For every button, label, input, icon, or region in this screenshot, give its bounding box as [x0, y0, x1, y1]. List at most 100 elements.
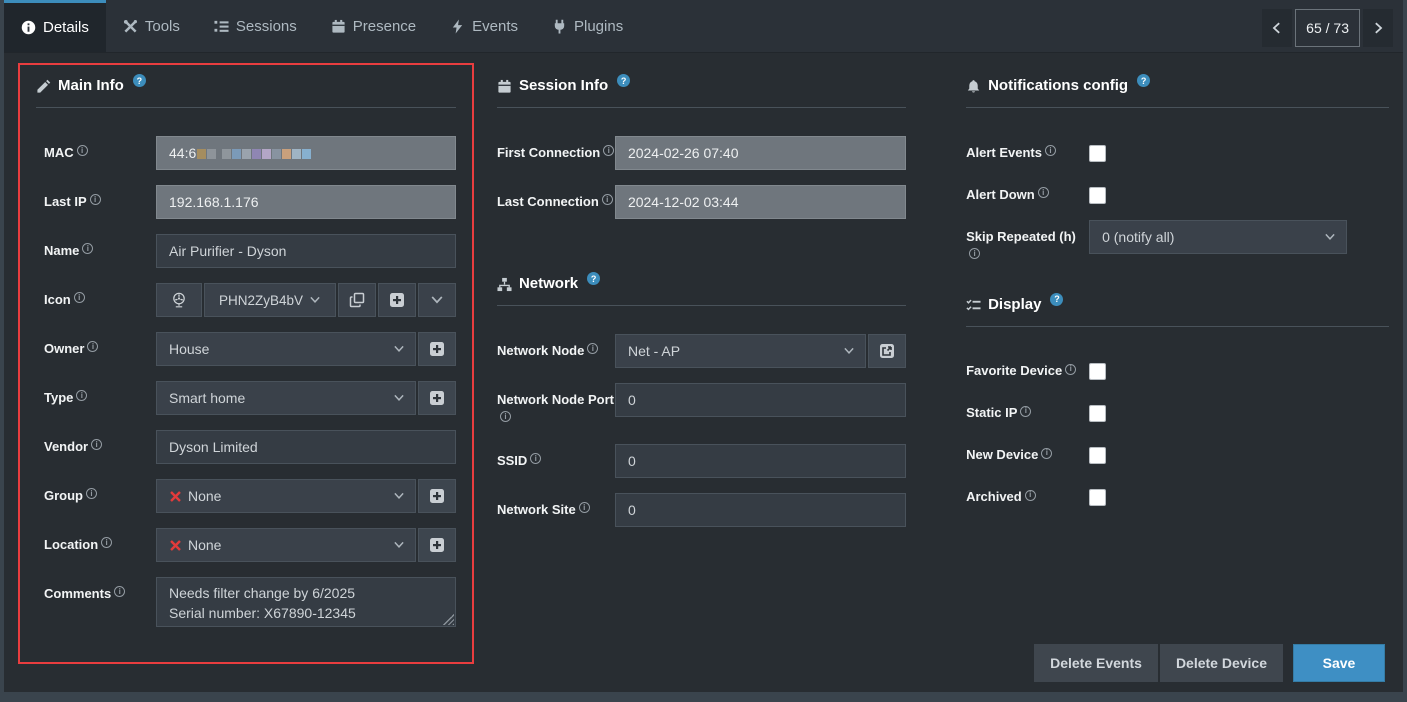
tab-details[interactable]: Details [4, 0, 106, 52]
bell-icon [966, 79, 981, 94]
info-icon[interactable]: i [82, 243, 93, 254]
chevron-down-icon [1324, 231, 1336, 243]
session-info-title: Session Info ? [497, 77, 906, 94]
delete-events-button[interactable]: Delete Events [1034, 644, 1158, 682]
new-device-checkbox[interactable] [1089, 447, 1106, 464]
main-info-section: Main Info ? MACi 44:6 Last IPi 192.168 [18, 63, 474, 664]
info-icon[interactable]: i [86, 488, 97, 499]
go-to-network-node-button[interactable] [868, 334, 906, 368]
info-icon[interactable]: i [90, 194, 101, 205]
owner-field-row: Owneri House [36, 332, 456, 366]
tab-plugins[interactable]: Plugins [535, 0, 640, 52]
expand-icons-button[interactable] [418, 283, 456, 317]
chevron-down-icon [393, 392, 405, 404]
info-icon[interactable]: i [77, 145, 88, 156]
ssid-row: SSIDi [497, 444, 906, 478]
favorite-device-checkbox[interactable] [1089, 363, 1106, 380]
help-icon[interactable]: ? [133, 74, 146, 87]
owner-select[interactable]: House [156, 332, 416, 366]
chevron-right-icon [1371, 21, 1385, 35]
location-select[interactable]: None [156, 528, 416, 562]
info-icon[interactable]: i [76, 390, 87, 401]
network-site-input[interactable] [615, 493, 906, 527]
last-connection-row: Last Connectioni 2024-12-02 03:44 [497, 185, 906, 219]
info-icon[interactable]: i [1065, 364, 1076, 375]
add-group-button[interactable] [418, 479, 456, 513]
plug-icon [552, 19, 567, 34]
network-node-port-row: Network Node Porti [497, 383, 906, 429]
previous-device-button[interactable] [1262, 9, 1292, 47]
alert-down-checkbox[interactable] [1089, 187, 1106, 204]
location-field-row: Locationi None [36, 528, 456, 562]
help-icon[interactable]: ? [617, 74, 630, 87]
new-device-row: New Devicei [966, 439, 1389, 473]
type-select[interactable]: Smart home [156, 381, 416, 415]
help-icon[interactable]: ? [587, 272, 600, 285]
divider [497, 107, 906, 108]
info-icon[interactable]: i [87, 341, 98, 352]
copy-icon-button[interactable] [338, 283, 376, 317]
last-ip-field-row: Last IPi 192.168.1.176 [36, 185, 456, 219]
info-icon[interactable]: i [530, 453, 541, 464]
icon-select[interactable]: PHN2ZyB4bV [204, 283, 336, 317]
device-details-panel: Details Tools Sessions Presence Events P… [4, 0, 1403, 692]
info-icon[interactable]: i [969, 248, 980, 259]
alert-events-checkbox[interactable] [1089, 145, 1106, 162]
info-icon[interactable]: i [101, 537, 112, 548]
ssid-input[interactable] [615, 444, 906, 478]
external-link-icon [879, 343, 895, 359]
skip-repeated-row: Skip Repeated (h)i 0 (notify all) [966, 220, 1389, 266]
info-icon[interactable]: i [114, 586, 125, 597]
tab-label: Plugins [574, 18, 623, 35]
static-ip-checkbox[interactable] [1089, 405, 1106, 422]
x-icon [169, 539, 182, 552]
alert-down-row: Alert Downi [966, 178, 1389, 212]
info-icon[interactable]: i [1045, 145, 1056, 156]
right-column: Notifications config ? Alert Eventsi Ale… [966, 63, 1389, 664]
comments-textarea[interactable]: Needs filter change by 6/2025 Serial num… [156, 577, 456, 627]
add-location-button[interactable] [418, 528, 456, 562]
tab-events[interactable]: Events [433, 0, 535, 52]
tab-label: Events [472, 18, 518, 35]
info-icon[interactable]: i [603, 145, 614, 156]
info-icon[interactable]: i [91, 439, 102, 450]
next-device-button[interactable] [1363, 9, 1393, 47]
tab-sessions[interactable]: Sessions [197, 0, 314, 52]
info-icon[interactable]: i [74, 292, 85, 303]
save-button[interactable]: Save [1293, 644, 1385, 682]
archived-checkbox[interactable] [1089, 489, 1106, 506]
bolt-icon [450, 19, 465, 34]
group-select[interactable]: None [156, 479, 416, 513]
divider [966, 326, 1389, 327]
info-icon[interactable]: i [587, 343, 598, 354]
info-icon[interactable]: i [1038, 187, 1049, 198]
tab-tools[interactable]: Tools [106, 0, 197, 52]
main-info-title: Main Info ? [36, 77, 456, 94]
add-icon-button[interactable] [378, 283, 416, 317]
add-type-button[interactable] [418, 381, 456, 415]
name-input[interactable] [156, 234, 456, 268]
delete-device-button[interactable]: Delete Device [1160, 644, 1283, 682]
network-node-port-input[interactable] [615, 383, 906, 417]
network-node-select[interactable]: Net - AP [615, 334, 866, 368]
help-icon[interactable]: ? [1137, 74, 1150, 87]
chevron-down-icon [309, 294, 321, 306]
help-icon[interactable]: ? [1050, 293, 1063, 306]
info-icon[interactable]: i [579, 502, 590, 513]
info-icon[interactable]: i [1025, 490, 1036, 501]
tab-presence[interactable]: Presence [314, 0, 433, 52]
info-icon[interactable]: i [1041, 448, 1052, 459]
chevron-left-icon [1270, 21, 1284, 35]
info-icon[interactable]: i [602, 194, 613, 205]
resize-handle[interactable] [443, 614, 454, 625]
vendor-input[interactable] [156, 430, 456, 464]
skip-repeated-select[interactable]: 0 (notify all) [1089, 220, 1347, 254]
sitemap-icon [497, 277, 512, 292]
network-title: Network ? [497, 275, 906, 292]
add-owner-button[interactable] [418, 332, 456, 366]
info-icon[interactable]: i [500, 411, 511, 422]
device-icon-preview [156, 283, 202, 317]
info-icon[interactable]: i [1020, 406, 1031, 417]
chevron-down-icon [843, 345, 855, 357]
chevron-down-icon [430, 293, 444, 307]
